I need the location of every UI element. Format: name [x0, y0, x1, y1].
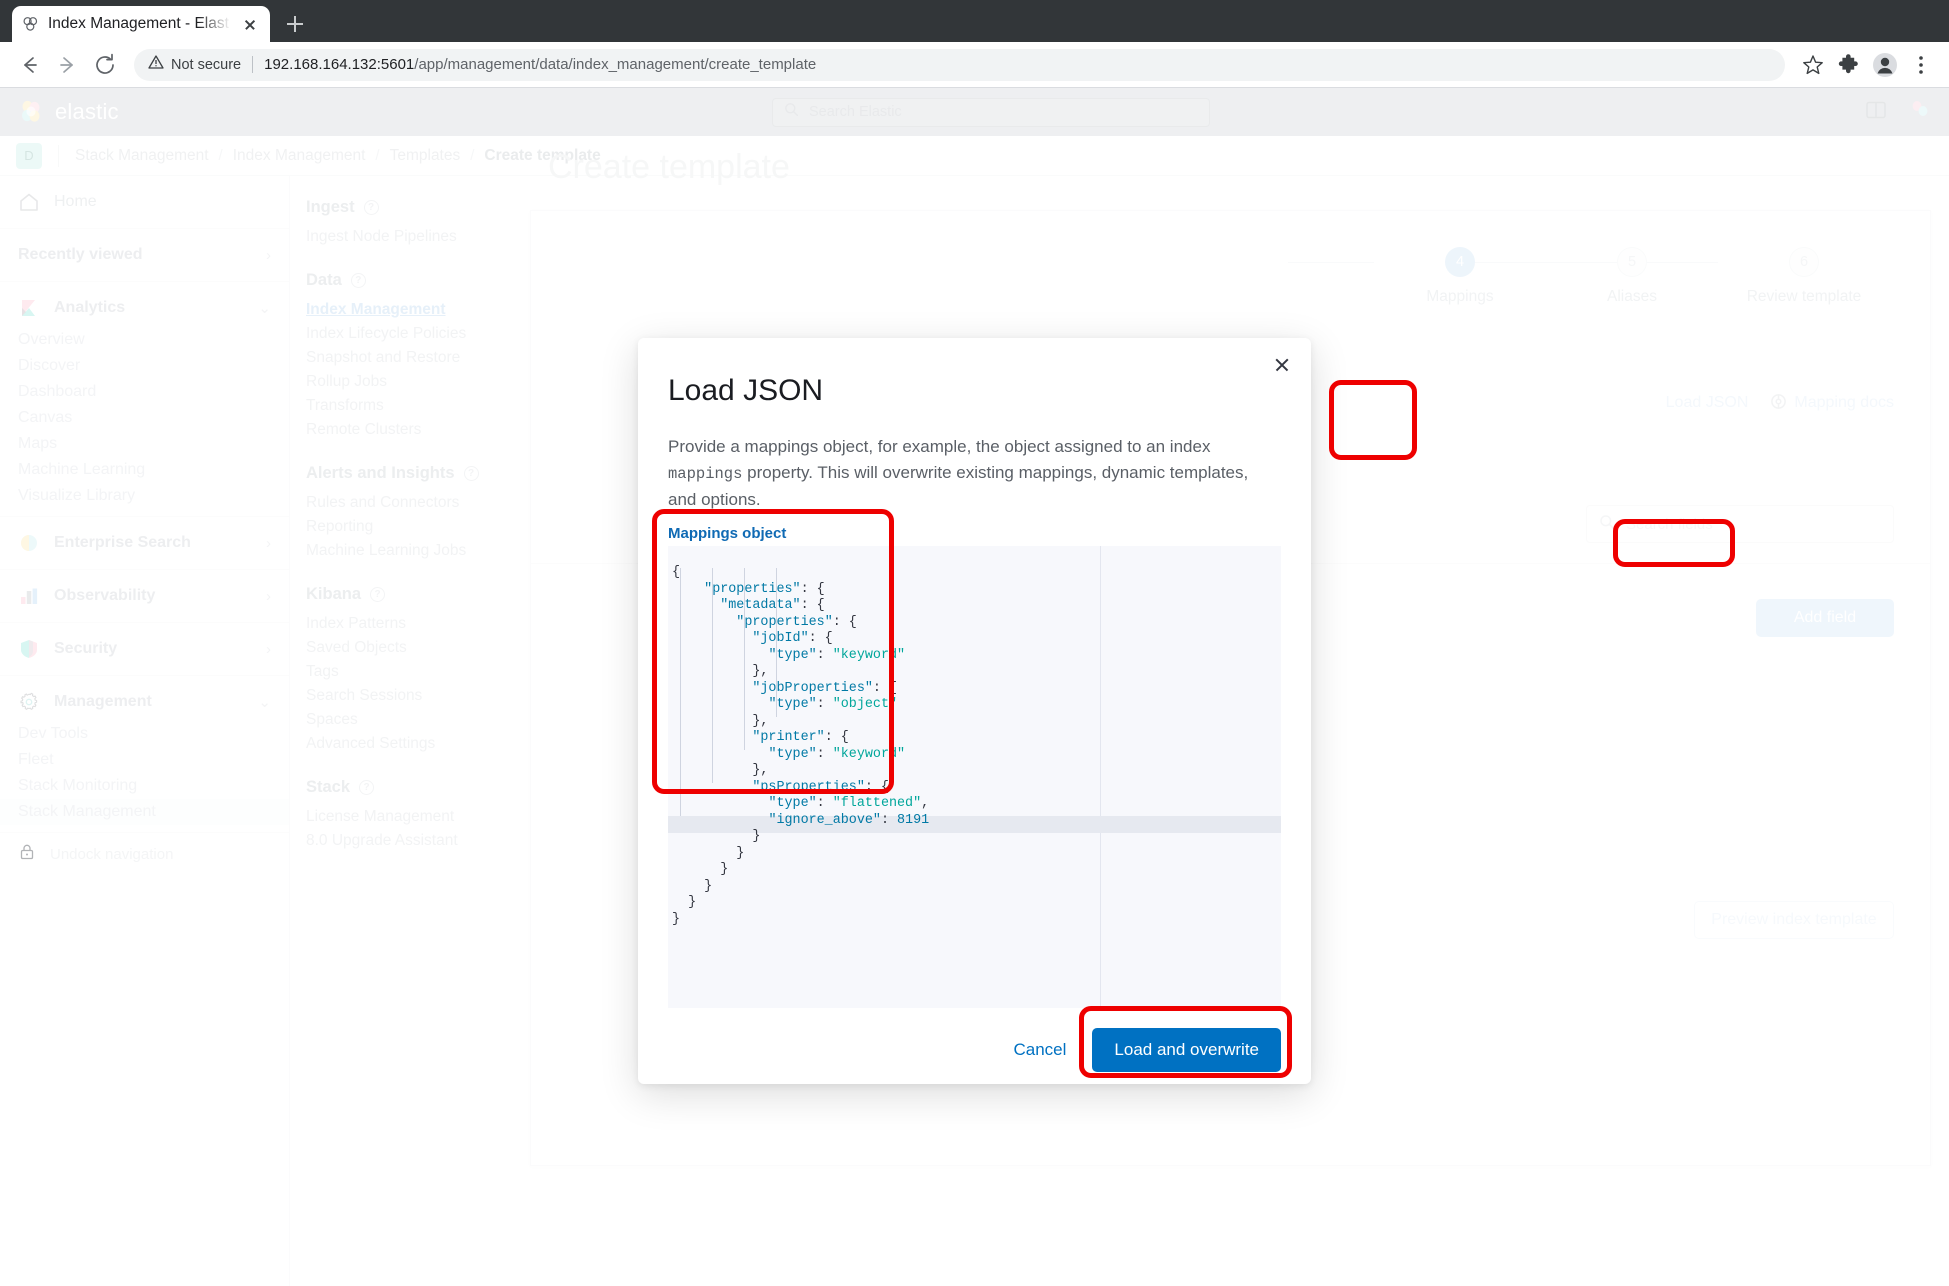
browser-tabstrip: Index Management - Elast	[0, 0, 1949, 42]
modal-description-part1: Provide a mappings object, for example, …	[668, 437, 1210, 456]
browser-toolbar: Not secure 192.168.164.132:5601/app/mana…	[0, 42, 1949, 88]
close-icon[interactable]	[1269, 352, 1295, 378]
modal-description: Provide a mappings object, for example, …	[638, 408, 1311, 513]
forward-arrow-icon[interactable]	[50, 48, 84, 82]
warning-triangle-icon	[148, 54, 164, 75]
url-host: 192.168.164.132:5601	[264, 56, 414, 73]
kebab-menu-icon[interactable]	[1905, 49, 1937, 81]
profile-avatar-icon[interactable]	[1869, 49, 1901, 81]
tab-close-icon[interactable]	[240, 14, 260, 34]
modal-description-code: mappings	[668, 465, 742, 483]
browser-window: Index Management - Elast	[0, 0, 1949, 1286]
back-arrow-icon[interactable]	[12, 48, 46, 82]
cancel-button[interactable]: Cancel	[1007, 1032, 1072, 1068]
mappings-object-label: Mappings object	[668, 525, 1281, 546]
new-tab-button[interactable]	[276, 6, 314, 42]
mappings-object-field: Mappings object { "properties": { "metad…	[668, 525, 1281, 1008]
address-bar-url: 192.168.164.132:5601/app/management/data…	[264, 56, 816, 73]
browser-tab-title: Index Management - Elast	[48, 15, 231, 33]
omnibox-divider	[252, 56, 253, 73]
modal-description-part2: property. This will overwrite existing m…	[668, 463, 1248, 508]
browser-tab[interactable]: Index Management - Elast	[12, 6, 270, 42]
load-and-overwrite-button[interactable]: Load and overwrite	[1092, 1028, 1281, 1072]
security-status[interactable]: Not secure	[148, 54, 241, 75]
elastic-favicon-icon	[22, 16, 39, 33]
puzzle-piece-icon[interactable]	[1833, 49, 1865, 81]
mappings-json-editor[interactable]: { "properties": { "metadata": { "propert…	[668, 546, 1281, 1008]
elastic-app: elastic Search Elastic	[0, 88, 1949, 1286]
load-json-modal: Load JSON Provide a mappings object, for…	[638, 338, 1311, 1084]
reload-icon[interactable]	[88, 48, 122, 82]
star-icon[interactable]	[1797, 49, 1829, 81]
address-bar[interactable]: Not secure 192.168.164.132:5601/app/mana…	[134, 49, 1785, 81]
modal-title: Load JSON	[638, 338, 1311, 408]
modal-footer: Cancel Load and overwrite	[638, 1008, 1311, 1098]
security-label: Not secure	[171, 57, 241, 73]
url-path: /app/management/data/index_management/cr…	[414, 56, 816, 73]
mappings-json-code[interactable]: { "properties": { "metadata": { "propert…	[668, 559, 1281, 928]
